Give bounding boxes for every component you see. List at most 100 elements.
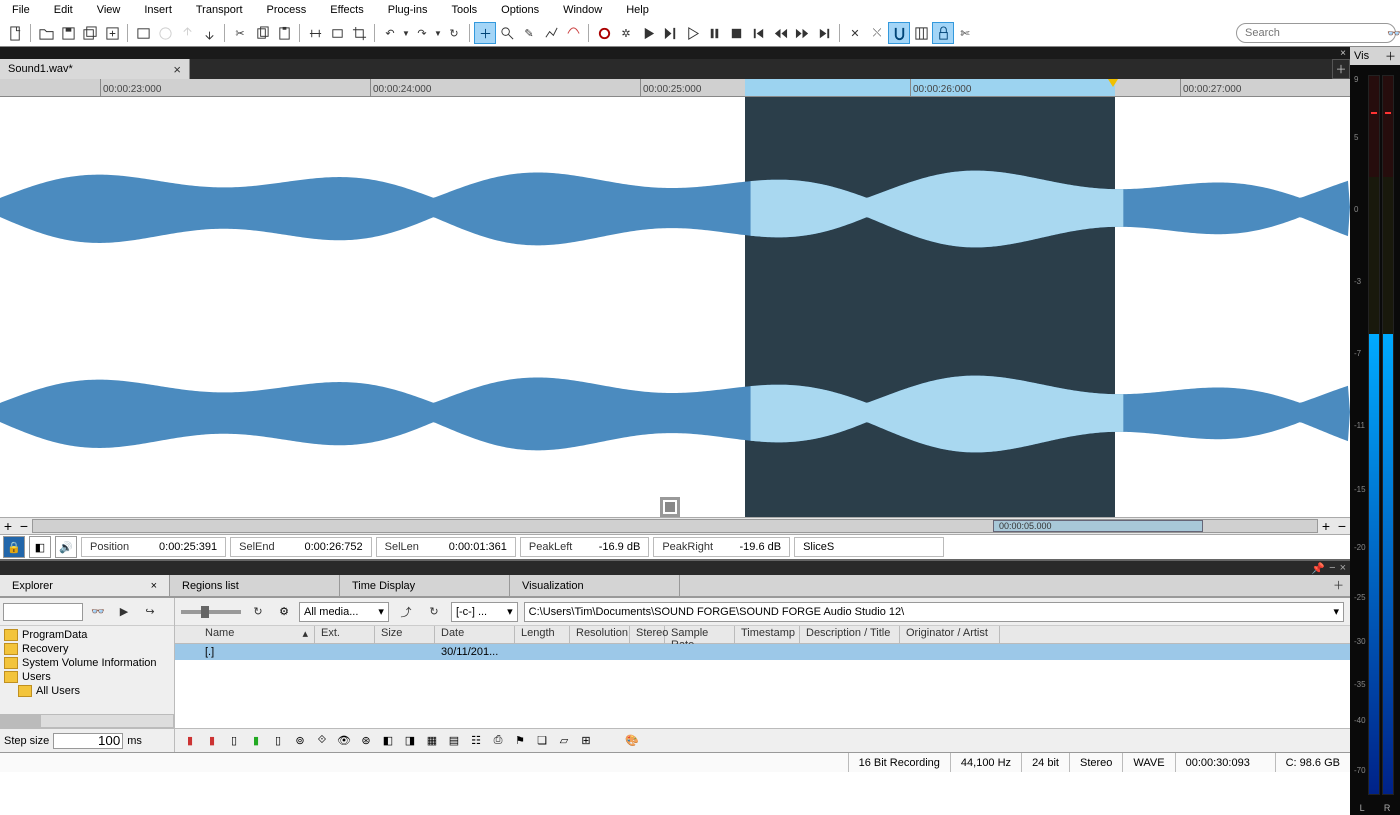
menu-tools[interactable]: Tools xyxy=(439,2,489,18)
menu-effects[interactable]: Effects xyxy=(318,2,375,18)
path-input[interactable]: C:\Users\Tim\Documents\SOUND FORGE\SOUND… xyxy=(524,602,1344,622)
envelope-tool-icon[interactable] xyxy=(562,22,584,44)
slice-field[interactable]: SliceS xyxy=(794,537,944,557)
cut-icon[interactable]: ✂ xyxy=(229,22,251,44)
step-size-input[interactable] xyxy=(53,733,123,749)
shuffle-icon[interactable]: ✕ xyxy=(844,22,866,44)
menu-transport[interactable]: Transport xyxy=(184,2,255,18)
search-binoculars-icon[interactable]: 👓 xyxy=(1387,27,1400,40)
new-tab-icon[interactable]: ＋ xyxy=(1332,59,1350,79)
tree-scrollbar[interactable] xyxy=(0,714,174,728)
search-box[interactable]: 👓 xyxy=(1236,23,1396,43)
ex-icon-8[interactable]: 👁 xyxy=(335,732,353,750)
file-col-header[interactable]: Ext. xyxy=(315,626,375,643)
ex-icon-12[interactable]: ▦ xyxy=(423,732,441,750)
upload-icon[interactable] xyxy=(176,22,198,44)
tab-regions[interactable]: Regions list xyxy=(170,575,340,596)
file-col-header[interactable]: Sample Rate xyxy=(665,626,735,643)
ex-icon-3[interactable]: ▯ xyxy=(225,732,243,750)
new-file-icon[interactable] xyxy=(4,22,26,44)
panel-minimize-icon[interactable]: − xyxy=(1329,562,1335,574)
drive-dropdown[interactable]: [-c-] ...▾ xyxy=(451,602,518,622)
media-filter-dropdown[interactable]: All media...▾ xyxy=(299,602,389,622)
preview-autoplay-icon[interactable]: ↪ xyxy=(139,601,161,623)
panel-pin-icon[interactable]: 📌 xyxy=(1311,562,1325,575)
sellen-field[interactable]: SelLen 0:00:01:361 xyxy=(376,537,516,557)
ex-icon-6[interactable]: ⊚ xyxy=(291,732,309,750)
trim-icon[interactable] xyxy=(326,22,348,44)
redo-dropdown-icon[interactable]: ▼ xyxy=(433,22,443,44)
menu-process[interactable]: Process xyxy=(255,2,319,18)
zoom-in-horiz-icon[interactable]: + xyxy=(1318,519,1334,533)
file-col-header[interactable]: Resolution xyxy=(570,626,630,643)
meter-add-icon[interactable]: ＋ xyxy=(1385,48,1396,64)
rewind-icon[interactable] xyxy=(769,22,791,44)
cd-icon[interactable] xyxy=(154,22,176,44)
undo-icon[interactable]: ↶ xyxy=(379,22,401,44)
ex-icon-7[interactable]: ⟐ xyxy=(313,732,331,750)
tab-explorer-close-icon[interactable]: × xyxy=(151,580,157,592)
preview-binoculars-icon[interactable]: 👓 xyxy=(87,601,109,623)
go-end-icon[interactable] xyxy=(813,22,835,44)
ex-icon-11[interactable]: ◨ xyxy=(401,732,419,750)
ex-icon-15[interactable]: ⎙ xyxy=(489,732,507,750)
stop-icon[interactable] xyxy=(725,22,747,44)
mode-speaker-icon[interactable]: 🔊 xyxy=(55,536,77,558)
up-folder-icon[interactable]: ⤴ xyxy=(395,601,417,623)
ex-icon-9[interactable]: ⊛ xyxy=(357,732,375,750)
ex-icon-17[interactable]: ❏ xyxy=(533,732,551,750)
explorer-filter-input[interactable] xyxy=(3,603,83,621)
tab-add-icon[interactable]: ＋ xyxy=(1327,575,1350,596)
file-col-header[interactable]: Timestamp xyxy=(735,626,800,643)
ex-icon-5[interactable]: ▯ xyxy=(269,732,287,750)
menu-options[interactable]: Options xyxy=(489,2,551,18)
tree-item[interactable]: System Volume Information xyxy=(0,656,174,670)
waveform-display[interactable] xyxy=(0,97,1350,517)
resize-handle-icon[interactable] xyxy=(660,497,680,517)
ex-icon-18[interactable]: ▱ xyxy=(555,732,573,750)
tree-item[interactable]: ProgramData xyxy=(0,628,174,642)
ex-icon-19[interactable]: ⊞ xyxy=(577,732,595,750)
open-icon[interactable] xyxy=(35,22,57,44)
file-col-header[interactable]: Stereo xyxy=(630,626,665,643)
selend-field[interactable]: SelEnd 0:00:26:752 xyxy=(230,537,371,557)
repeat-icon[interactable]: ↻ xyxy=(443,22,465,44)
pencil-tool-icon[interactable]: ✎ xyxy=(518,22,540,44)
render-icon[interactable] xyxy=(132,22,154,44)
ex-icon-1[interactable]: ▮ xyxy=(181,732,199,750)
meter-header[interactable]: Vis ＋ xyxy=(1350,47,1400,65)
event-tool-icon[interactable] xyxy=(540,22,562,44)
refresh-icon[interactable]: ↻ xyxy=(423,601,445,623)
crossfade-icon[interactable]: ⤬ xyxy=(866,22,888,44)
zoom-out-vert-icon[interactable]: − xyxy=(16,519,32,533)
ex-icon-13[interactable]: ▤ xyxy=(445,732,463,750)
folder-tree[interactable]: ProgramData Recovery System Volume Infor… xyxy=(0,626,174,714)
search-input[interactable] xyxy=(1245,27,1387,39)
play-all-icon[interactable] xyxy=(659,22,681,44)
file-col-header[interactable]: Description / Title xyxy=(800,626,900,643)
tree-item[interactable]: Recovery xyxy=(0,642,174,656)
file-col-header[interactable]: Date xyxy=(435,626,515,643)
tree-item[interactable]: Users xyxy=(0,670,174,684)
peakleft-field[interactable]: PeakLeft -16.9 dB xyxy=(520,537,649,557)
scissors-icon[interactable]: ✄ xyxy=(954,22,976,44)
copy-icon[interactable] xyxy=(251,22,273,44)
undo-dropdown-icon[interactable]: ▼ xyxy=(401,22,411,44)
ex-icon-2[interactable]: ▮ xyxy=(203,732,221,750)
ex-icon-4[interactable]: ▮ xyxy=(247,732,265,750)
ex-icon-16[interactable]: ⚑ xyxy=(511,732,529,750)
menu-plugins[interactable]: Plug-ins xyxy=(376,2,440,18)
ex-icon-10[interactable]: ◧ xyxy=(379,732,397,750)
paste-icon[interactable] xyxy=(273,22,295,44)
save-icon[interactable] xyxy=(57,22,79,44)
publish-icon[interactable] xyxy=(198,22,220,44)
snap-icon[interactable] xyxy=(888,22,910,44)
mode-cursor-icon[interactable]: ◧ xyxy=(29,536,51,558)
mode-lock-icon[interactable]: 🔒 xyxy=(3,536,25,558)
menu-view[interactable]: View xyxy=(85,2,133,18)
file-list[interactable]: [.] 30/11/201... xyxy=(175,644,1350,728)
menu-window[interactable]: Window xyxy=(551,2,614,18)
settings-gear-icon[interactable]: ⚙ xyxy=(275,603,293,621)
time-ruler[interactable]: 00:00:23:000 00:00:24:000 00:00:25:000 0… xyxy=(0,79,1350,97)
peak-meter[interactable]: 950-3-7-11-15-20-25-30-35-40-70 L R xyxy=(1350,65,1400,815)
